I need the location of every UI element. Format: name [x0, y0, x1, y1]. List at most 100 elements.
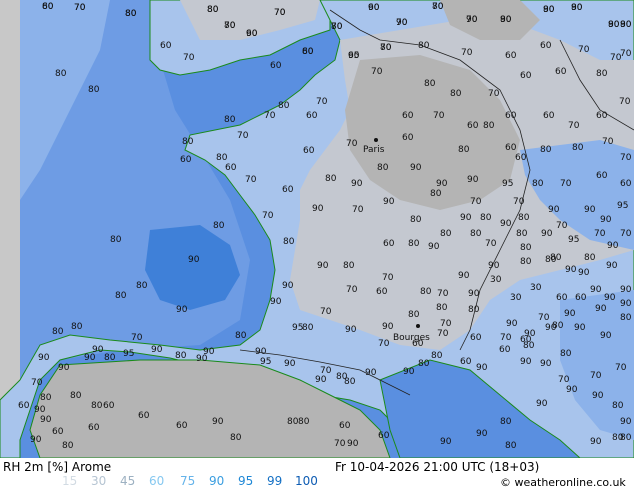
contour-label: 80	[545, 255, 557, 265]
contour-label: 80	[110, 235, 122, 245]
contour-label: 80	[620, 313, 632, 323]
contour-label: 80	[343, 261, 355, 271]
contour-label: 80	[468, 305, 480, 315]
contour-label: 80	[70, 391, 82, 401]
contour-label: 80	[278, 101, 290, 111]
contour-label: 60	[460, 357, 472, 367]
scale-value-90: 90	[209, 474, 225, 488]
contour-label: 60	[303, 146, 315, 156]
contour-label: 90	[460, 213, 472, 223]
contour-label: 80	[432, 2, 444, 12]
contour-label: 60	[505, 111, 517, 121]
contour-label: 60	[596, 171, 608, 181]
contour-label: 60	[620, 179, 632, 189]
contour-label: 60	[412, 339, 424, 349]
contour-label: 70	[346, 139, 358, 149]
contour-label: 90	[541, 229, 553, 239]
contour-label: 90	[312, 204, 324, 214]
contour-label: 30	[510, 293, 522, 303]
contour-label: 80	[458, 145, 470, 155]
contour-label: 90	[84, 353, 96, 363]
contour-label: 60	[520, 335, 532, 345]
contour-label: 90	[347, 439, 359, 449]
contour-label: 80	[302, 323, 314, 333]
contour-label: 80	[540, 145, 552, 155]
contour-label: 70	[594, 229, 606, 239]
contour-label: 90	[606, 261, 618, 271]
contour-label: 80	[88, 85, 100, 95]
contour-label: 90	[540, 359, 552, 369]
valid-time: Fr 10-04-2026 21:00 UTC (18+03)	[335, 460, 540, 474]
contour-label: 70	[461, 48, 473, 58]
contour-label: 90	[403, 367, 415, 377]
contour-label: 60	[246, 29, 258, 39]
city-dot-bourges	[416, 324, 420, 328]
contour-label: 90	[30, 435, 42, 445]
contour-label: 90	[500, 15, 512, 25]
scale-value-99: 99	[267, 474, 283, 488]
contour-label: 60	[270, 61, 282, 71]
contour-label: 90	[440, 437, 452, 447]
contour-label: 80	[483, 121, 495, 131]
contour-label: 80	[543, 5, 555, 15]
contour-label: 80	[344, 377, 356, 387]
contour-label: 90	[604, 293, 616, 303]
contour-label: 60	[339, 421, 351, 431]
contour-label: 70	[620, 153, 632, 163]
contour-label: 70	[316, 97, 328, 107]
contour-label: 70	[558, 375, 570, 385]
contour-label: 80	[418, 41, 430, 51]
contour-label: 60	[138, 411, 150, 421]
scale-value-75: 75	[180, 474, 196, 488]
contour-label: 80	[62, 441, 74, 451]
contour-label: 60	[376, 287, 388, 297]
contour-label: 70	[378, 339, 390, 349]
contour-label: 80	[52, 327, 64, 337]
contour-label: 70	[264, 111, 276, 121]
contour-label: 80	[408, 239, 420, 249]
contour-label: 70	[620, 49, 632, 59]
contour-label: 80	[283, 237, 295, 247]
contour-label: 70	[615, 363, 627, 373]
contour-label: 70	[131, 333, 143, 343]
contour-label: 80	[230, 433, 242, 443]
city-label-paris: Paris	[363, 145, 385, 155]
contour-label: 90	[574, 323, 586, 333]
contour-label: 80	[572, 143, 584, 153]
contour-label: 80	[55, 69, 67, 79]
contour-label: 90	[38, 353, 50, 363]
contour-label: 90	[564, 309, 576, 319]
contour-label: 70	[485, 239, 497, 249]
contour-label: 90	[284, 359, 296, 369]
contour-label: 80	[182, 137, 194, 147]
contour-label: 90	[282, 281, 294, 291]
contour-label: 80	[216, 153, 228, 163]
contour-label: 80	[175, 351, 187, 361]
contour-label: 90	[58, 363, 70, 373]
contour-label: 60	[596, 111, 608, 121]
contour-label: 90	[620, 299, 632, 309]
contour-label: 80	[380, 43, 392, 53]
contour-label: 70	[382, 273, 394, 283]
contour-label: 90	[176, 305, 188, 315]
contour-label: 90	[188, 255, 200, 265]
contour-label: 95	[617, 201, 628, 211]
contour-label: 80	[431, 351, 443, 361]
contour-label: 90	[396, 18, 408, 28]
contour-label: 70	[437, 289, 449, 299]
contour-label: 70	[620, 229, 632, 239]
contour-label: 70	[245, 175, 257, 185]
contour-label: 80	[224, 115, 236, 125]
contour-label: 60	[505, 51, 517, 61]
contour-label: 90	[345, 325, 357, 335]
contour-label: 70	[237, 131, 249, 141]
contour-label: 60	[515, 153, 527, 163]
contour-label: 70	[619, 97, 631, 107]
contour-label: 60	[470, 333, 482, 343]
city-dot-paris	[374, 138, 378, 142]
contour-label: 90	[467, 175, 479, 185]
contour-label: 70	[371, 67, 383, 77]
contour-label: 80	[436, 303, 448, 313]
contour-label: 70	[513, 197, 525, 207]
contour-label: 80	[520, 257, 532, 267]
